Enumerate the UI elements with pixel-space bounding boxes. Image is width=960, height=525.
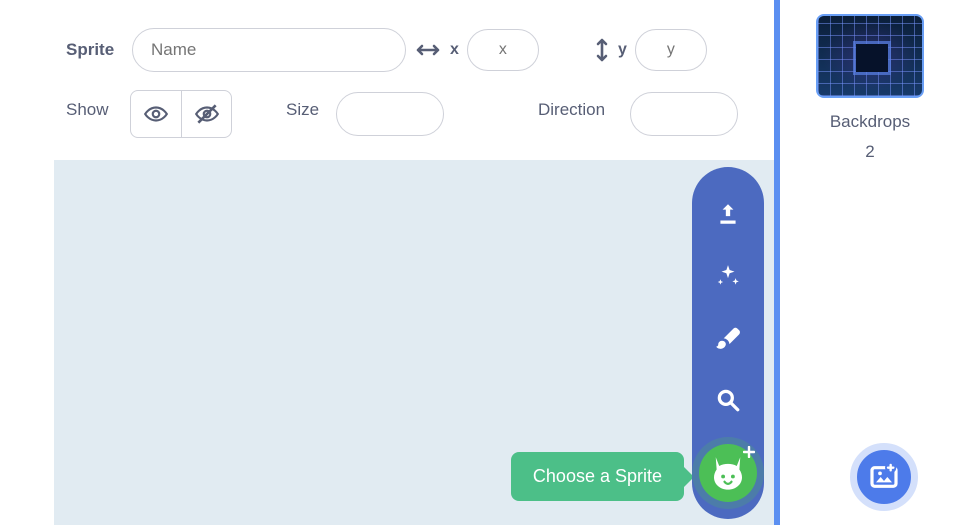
y-label: y	[618, 41, 627, 59]
search-icon	[715, 387, 741, 413]
sprite-list-area: Choose a Sprite	[54, 160, 774, 525]
backdrops-count: 2	[865, 142, 874, 162]
horizontal-arrows-icon	[414, 42, 442, 58]
upload-sprite-button[interactable]	[707, 193, 749, 235]
upload-icon	[715, 201, 741, 227]
choose-backdrop-button[interactable]	[850, 443, 918, 511]
eye-off-icon	[194, 101, 220, 127]
sprite-size-input[interactable]	[336, 92, 444, 136]
surprise-sprite-button[interactable]	[707, 255, 749, 297]
sprite-direction-input[interactable]	[630, 92, 738, 136]
sprite-info-panel: Sprite x y Show	[54, 0, 774, 160]
sprite-label: Sprite	[66, 40, 114, 60]
sprite-add-menu	[692, 167, 764, 519]
sprite-x-input[interactable]	[467, 29, 539, 71]
direction-label: Direction	[538, 100, 605, 120]
vertical-arrows-icon	[594, 36, 610, 64]
sprite-name-input[interactable]	[132, 28, 406, 72]
sprite-y-input[interactable]	[635, 29, 707, 71]
paintbrush-icon	[715, 325, 741, 351]
eye-icon	[143, 101, 169, 127]
image-plus-icon	[868, 461, 900, 493]
cat-icon	[707, 452, 749, 494]
hide-sprite-button[interactable]	[181, 91, 231, 137]
show-sprite-button[interactable]	[131, 91, 181, 137]
sparkle-icon	[715, 263, 741, 289]
stage-selector-panel: Backdrops 2	[774, 0, 960, 525]
choose-sprite-button[interactable]	[692, 437, 764, 509]
visibility-toggle	[130, 90, 232, 138]
plus-badge-icon	[743, 446, 755, 458]
search-sprite-button[interactable]	[707, 379, 749, 421]
x-label: x	[450, 41, 459, 59]
choose-sprite-tooltip: Choose a Sprite	[511, 452, 684, 501]
backdrop-thumbnail[interactable]	[816, 14, 924, 98]
show-label: Show	[66, 100, 109, 120]
size-label: Size	[286, 100, 319, 120]
paint-sprite-button[interactable]	[707, 317, 749, 359]
backdrops-label: Backdrops	[830, 112, 910, 132]
